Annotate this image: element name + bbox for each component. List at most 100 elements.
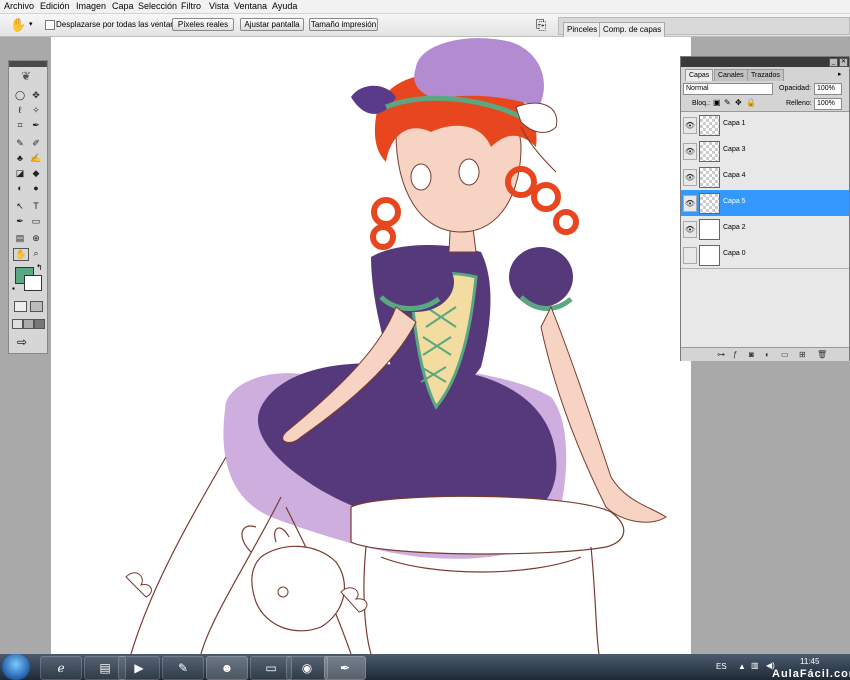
quick-mask-mode-icon[interactable] (30, 301, 43, 312)
layer-mask-icon[interactable]: ◙ (749, 350, 754, 359)
taskbar-chrome-icon[interactable]: ◉ (286, 656, 328, 680)
layer-row[interactable]: 👁 Capa 3 (681, 138, 849, 165)
close-panel-icon[interactable]: ✕ (839, 58, 848, 67)
screen-mode-full-icon[interactable] (34, 319, 45, 329)
lock-position-icon[interactable]: ✥ (735, 98, 742, 107)
swap-colors-icon[interactable]: ↰ (36, 263, 43, 272)
notes-tool-icon[interactable]: ▤ (13, 233, 27, 244)
visibility-eye-icon[interactable]: 👁 (683, 247, 697, 264)
dodge-tool-icon[interactable]: ● (29, 183, 43, 194)
network-icon[interactable]: ▥ (751, 661, 759, 670)
menu-edicion[interactable]: Edición (40, 1, 70, 11)
delete-layer-icon[interactable]: 🗑 (817, 350, 827, 359)
paint-bucket-tool-icon[interactable]: ◆ (29, 168, 43, 179)
tab-pinceles[interactable]: Pinceles (563, 22, 602, 37)
layers-panel-footer: ⊶ ƒ ◙ ◐ ▭ ⊞ 🗑 (681, 347, 849, 361)
fit-screen-button[interactable]: Ajustar pantalla (240, 18, 304, 31)
jump-to-imageready-icon[interactable]: ⇨ (17, 335, 27, 349)
clock-time[interactable]: 11:45 (800, 657, 819, 666)
move-tool-icon[interactable]: ✥ (29, 90, 43, 101)
toolbox-header[interactable] (9, 61, 47, 67)
slice-tool-icon[interactable]: ✒ (29, 120, 43, 131)
menu-imagen[interactable]: Imagen (76, 1, 106, 11)
menu-archivo[interactable]: Archivo (4, 1, 34, 11)
shape-tool-icon[interactable]: ▭ (29, 216, 43, 227)
layer-row[interactable]: 👁 Capa 1 (681, 112, 849, 139)
tab-comp-capas[interactable]: Comp. de capas (599, 22, 666, 37)
show-hidden-icons-icon[interactable]: ▲ (738, 662, 746, 671)
layer-row[interactable]: 👁 Capa 0 (681, 242, 849, 269)
document-canvas[interactable] (51, 37, 691, 654)
brush-tool-icon[interactable]: ✐ (29, 138, 43, 149)
tab-capas[interactable]: Capas (685, 69, 714, 81)
illustration (125, 38, 667, 654)
lock-all-icon[interactable]: 🔒 (746, 98, 756, 107)
marquee-tool-icon[interactable]: ◯ (13, 90, 27, 101)
layer-row[interactable]: 👁 Capa 2 (681, 216, 849, 243)
menu-ventana[interactable]: Ventana (234, 1, 267, 11)
taskbar-ie-icon[interactable]: ℯ (40, 656, 82, 680)
menu-capa[interactable]: Capa (112, 1, 134, 11)
visibility-eye-icon[interactable]: 👁 (683, 143, 697, 160)
zoom-tool-icon[interactable]: ⌕ (29, 248, 43, 259)
layer-style-icon[interactable]: ƒ (733, 350, 737, 359)
standard-mode-icon[interactable] (14, 301, 27, 312)
opacity-input[interactable]: 100% (814, 83, 842, 95)
menu-seleccion[interactable]: Selección (138, 1, 177, 11)
eyedropper-tool-icon[interactable]: ⊕ (29, 233, 43, 244)
link-layers-icon[interactable]: ⊶ (717, 350, 725, 359)
adjustment-layer-icon[interactable]: ◐ (765, 350, 770, 359)
healing-brush-tool-icon[interactable]: ✎ (13, 138, 27, 149)
layers-panel-titlebar[interactable]: _ ✕ (681, 57, 849, 67)
eraser-tool-icon[interactable]: ◪ (13, 168, 27, 179)
lock-image-icon[interactable]: ✎ (724, 98, 731, 107)
blur-tool-icon[interactable]: ◐ (13, 183, 27, 194)
layer-row-selected[interactable]: 👁 Capa 5 (681, 190, 849, 217)
visibility-eye-icon[interactable]: 👁 (683, 117, 697, 134)
screen-mode-full-menu-icon[interactable] (23, 319, 34, 329)
visibility-eye-icon[interactable]: 👁 (683, 169, 697, 186)
minimize-panel-icon[interactable]: _ (829, 58, 838, 67)
layer-row[interactable]: 👁 Capa 4 (681, 164, 849, 191)
new-group-icon[interactable]: ▭ (781, 350, 789, 359)
hand-tool-icon[interactable]: ✋ (10, 17, 26, 33)
print-size-button[interactable]: Tamaño impresión (309, 18, 378, 31)
taskbar-app-icon[interactable]: ✎ (162, 656, 204, 680)
magic-wand-tool-icon[interactable]: ✧ (29, 105, 43, 116)
background-color-swatch[interactable] (24, 275, 42, 291)
screen-mode-standard-icon[interactable] (12, 319, 23, 329)
start-button[interactable] (2, 654, 30, 680)
default-colors-icon[interactable]: ▪ (12, 284, 15, 293)
actual-pixels-button[interactable]: Píxeles reales (172, 18, 234, 31)
tab-canales[interactable]: Canales (714, 69, 748, 81)
pen-tool-icon[interactable]: ✒ (13, 216, 27, 227)
clone-stamp-tool-icon[interactable]: ♣ (13, 153, 27, 164)
panel-menu-icon[interactable]: ▸ (838, 70, 842, 78)
visibility-eye-icon[interactable]: 👁 (683, 195, 697, 212)
palette-well-icon[interactable]: ⎘ (536, 17, 546, 33)
tool-preset-dropdown-icon[interactable]: ▾ (29, 20, 33, 28)
language-indicator[interactable]: ES (716, 662, 727, 671)
palette-well: Pinceles Comp. de capas (558, 17, 850, 37)
new-layer-icon[interactable]: ⊞ (799, 350, 806, 359)
lock-transparency-icon[interactable]: ▣ (713, 98, 721, 107)
taskbar-media-player-icon[interactable]: ▶ (118, 656, 160, 680)
menu-ayuda[interactable]: Ayuda (272, 1, 297, 11)
tab-trazados[interactable]: Trazados (747, 69, 784, 81)
visibility-eye-icon[interactable]: 👁 (683, 221, 697, 238)
type-tool-icon[interactable]: T (29, 201, 43, 212)
menu-vista[interactable]: Vista (209, 1, 229, 11)
path-selection-tool-icon[interactable]: ↖ (13, 201, 27, 212)
blend-mode-select[interactable]: Normal (683, 83, 773, 95)
layer-name: Capa 3 (723, 146, 746, 153)
lasso-tool-icon[interactable]: ℓ (13, 105, 27, 116)
hand-tool-icon[interactable]: ✋ (13, 248, 29, 261)
taskbar-messenger-icon[interactable]: ☻ (206, 656, 248, 680)
fill-input[interactable]: 100% (814, 98, 842, 110)
scroll-all-windows-checkbox[interactable] (45, 20, 55, 30)
layer-thumbnail (699, 245, 720, 266)
crop-tool-icon[interactable]: ⌗ (13, 120, 27, 131)
taskbar-photoshop-icon[interactable]: ✒ (324, 656, 366, 680)
history-brush-tool-icon[interactable]: ✍ (29, 153, 43, 164)
menu-filtro[interactable]: Filtro (181, 1, 201, 11)
